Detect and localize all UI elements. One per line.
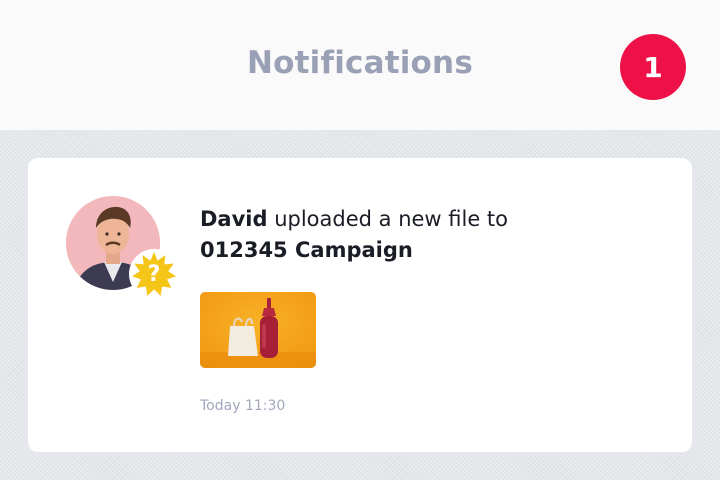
notification-timestamp: Today 11:30	[200, 398, 286, 414]
header-bar: Notifications 1	[0, 0, 720, 130]
status-badge[interactable]: ?	[128, 248, 180, 300]
notification-card[interactable]: ? David uploaded a new file to 012345 Cam…	[28, 158, 692, 452]
notification-action: uploaded a new file to	[267, 207, 509, 231]
page-title: Notifications	[247, 45, 473, 81]
notification-count-badge[interactable]: 1	[620, 34, 686, 100]
avatar-group: ?	[66, 196, 179, 299]
file-thumbnail[interactable]	[200, 292, 316, 368]
notification-target[interactable]: 012345 Campaign	[200, 238, 413, 262]
notification-user[interactable]: David	[200, 207, 268, 231]
file-thumbnail-image	[200, 292, 316, 368]
notification-message: David uploaded a new file to 012345 Campa…	[200, 204, 660, 266]
status-symbol: ?	[147, 261, 161, 287]
